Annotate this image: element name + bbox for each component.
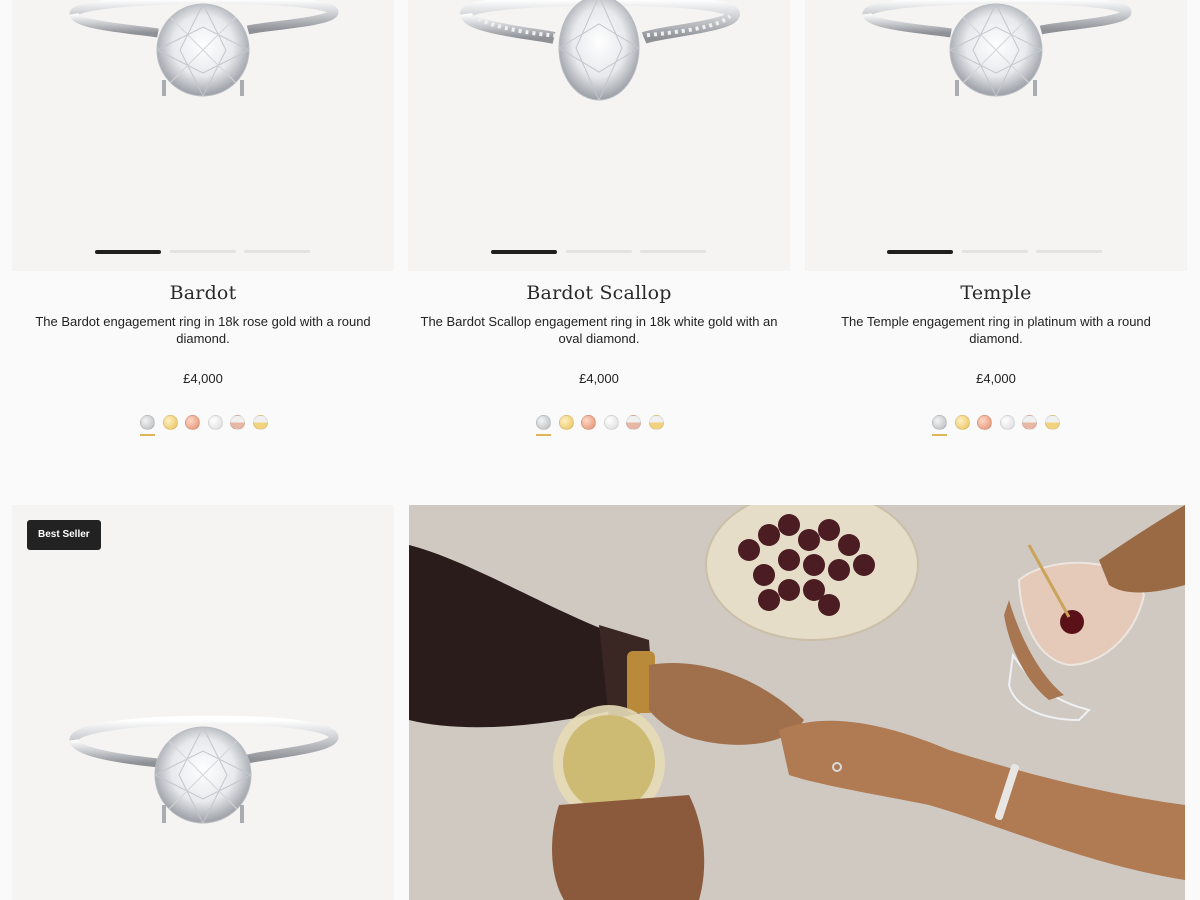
product-image-temple[interactable] bbox=[805, 0, 1187, 271]
swatch-platinum[interactable] bbox=[536, 415, 551, 430]
oval-pave-ring-icon bbox=[459, 0, 741, 102]
selected-swatch-indicator bbox=[536, 434, 551, 436]
gallery-dot[interactable] bbox=[640, 250, 706, 253]
product-image-bardot-scallop[interactable] bbox=[408, 0, 790, 271]
round-solitaire-ring-icon bbox=[69, 715, 339, 825]
swatch-yellow-gold[interactable] bbox=[559, 415, 574, 430]
selected-swatch-indicator bbox=[932, 434, 947, 436]
selected-swatch-indicator bbox=[140, 434, 155, 436]
round-solitaire-ring-icon bbox=[862, 0, 1132, 98]
gallery-dot[interactable] bbox=[887, 249, 953, 254]
swatch-yellow-gold[interactable] bbox=[955, 415, 970, 430]
product-title[interactable]: Bardot bbox=[12, 282, 394, 304]
gallery-dot[interactable] bbox=[244, 250, 310, 253]
product-image-bardot[interactable] bbox=[12, 0, 394, 271]
swatch-white-gold[interactable] bbox=[604, 415, 619, 430]
product-description: The Temple engagement ring in platinum w… bbox=[841, 314, 1151, 346]
swatch-white-rose[interactable] bbox=[626, 415, 641, 430]
swatch-rose-gold[interactable] bbox=[977, 415, 992, 430]
product-price: £4,000 bbox=[579, 371, 619, 386]
couple-holding-hands-image bbox=[409, 505, 1185, 900]
swatch-white-rose[interactable] bbox=[1022, 415, 1037, 430]
swatch-rose-gold[interactable] bbox=[185, 415, 200, 430]
gallery-indicator bbox=[805, 249, 1187, 254]
swatch-white-yellow[interactable] bbox=[1045, 415, 1060, 430]
round-solitaire-ring-icon bbox=[69, 0, 339, 98]
product-card-best-seller[interactable]: Best Seller bbox=[12, 505, 394, 900]
product-description: The Bardot Scallop engagement ring in 18… bbox=[420, 314, 778, 346]
metal-swatches bbox=[408, 415, 790, 437]
swatch-white-yellow[interactable] bbox=[649, 415, 664, 430]
gallery-dot[interactable] bbox=[962, 250, 1028, 253]
product-price: £4,000 bbox=[976, 371, 1016, 386]
gallery-dot[interactable] bbox=[566, 250, 632, 253]
swatch-rose-gold[interactable] bbox=[581, 415, 596, 430]
gallery-dot[interactable] bbox=[170, 250, 236, 253]
gallery-indicator bbox=[12, 249, 394, 254]
swatch-white-gold[interactable] bbox=[208, 415, 223, 430]
gallery-dot[interactable] bbox=[491, 249, 557, 254]
swatch-white-rose[interactable] bbox=[230, 415, 245, 430]
swatch-white-gold[interactable] bbox=[1000, 415, 1015, 430]
product-card-bardot[interactable]: Bardot The Bardot engagement ring in 18k… bbox=[12, 0, 394, 470]
swatch-platinum[interactable] bbox=[932, 415, 947, 430]
swatch-platinum[interactable] bbox=[140, 415, 155, 430]
swatch-white-yellow[interactable] bbox=[253, 415, 268, 430]
product-title[interactable]: Temple bbox=[805, 282, 1187, 304]
gallery-dot[interactable] bbox=[95, 249, 161, 254]
metal-swatches bbox=[805, 415, 1187, 437]
swatch-yellow-gold[interactable] bbox=[163, 415, 178, 430]
product-title[interactable]: Bardot Scallop bbox=[408, 282, 790, 304]
product-card-bardot-scallop[interactable]: Bardot Scallop The Bardot Scallop engage… bbox=[408, 0, 790, 470]
product-card-temple[interactable]: Temple The Temple engagement ring in pla… bbox=[805, 0, 1187, 470]
lifestyle-image[interactable] bbox=[409, 505, 1185, 900]
product-price: £4,000 bbox=[183, 371, 223, 386]
product-description: The Bardot engagement ring in 18k rose g… bbox=[35, 314, 371, 346]
metal-swatches bbox=[12, 415, 394, 437]
gallery-indicator bbox=[408, 249, 790, 254]
gallery-dot[interactable] bbox=[1036, 250, 1102, 253]
